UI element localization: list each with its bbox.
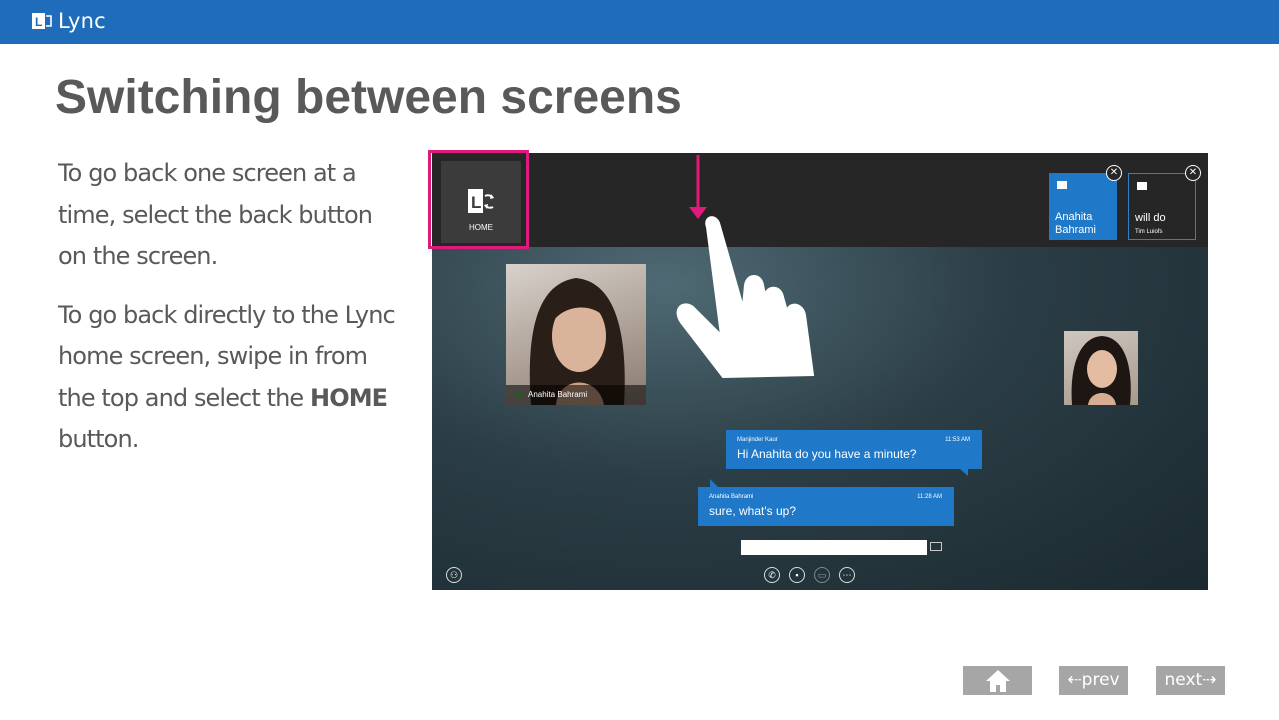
- tile-sender: Tim Luiofs: [1135, 229, 1163, 235]
- instruction-paragraph-1: To go back one screen at a time, select …: [58, 159, 373, 270]
- instruction-paragraph-2: To go back directly to the Lync home scr…: [58, 295, 398, 461]
- tile-name: will do: [1135, 212, 1166, 224]
- chat-tile-anahita[interactable]: Anahita Bahrami: [1049, 173, 1117, 240]
- home-highlight-box: [428, 150, 529, 249]
- swipe-hand-icon: [676, 216, 815, 379]
- message-sender: Manjinder Kaur: [737, 437, 778, 443]
- more-icon[interactable]: ⋯: [839, 567, 855, 583]
- home-button[interactable]: [963, 666, 1032, 695]
- chat-tile-will-do[interactable]: will do Tim Luiofs: [1128, 173, 1196, 240]
- message-input[interactable]: [741, 540, 927, 555]
- message-text: Hi Anahita do you have a minute?: [737, 447, 917, 461]
- person-photo: [529, 278, 625, 405]
- message-tail: [710, 479, 718, 487]
- close-icon[interactable]: ✕: [1106, 165, 1122, 181]
- brand: L Lync: [32, 9, 106, 33]
- chat-icon[interactable]: ▭: [814, 567, 830, 583]
- video-feed-self: [1064, 331, 1138, 405]
- instruction-text: button.: [58, 425, 139, 453]
- svg-text:L: L: [35, 15, 42, 29]
- prev-label: prev: [1081, 670, 1120, 690]
- chat-message: Manjinder Kaur 11:53 AM Hi Anahita do yo…: [726, 430, 982, 469]
- page-title: Switching between screens: [55, 71, 682, 124]
- keyboard-icon[interactable]: [930, 542, 942, 551]
- arrow-left-icon: ⇠: [1067, 670, 1082, 690]
- message-text: sure, what's up?: [709, 504, 797, 518]
- instructions: To go back one screen at a time, select …: [58, 153, 398, 478]
- message-sender: Anahita Bahrami: [709, 494, 754, 500]
- person-photo: [1071, 336, 1131, 405]
- next-button[interactable]: next⇢: [1156, 666, 1225, 695]
- home-icon: [985, 670, 1010, 692]
- lync-logo-icon: L: [32, 13, 52, 29]
- arrow-right-icon: ⇢: [1202, 670, 1217, 690]
- video-icon[interactable]: ▪: [789, 567, 805, 583]
- home-keyword: HOME: [310, 383, 388, 412]
- app-name: Lync: [58, 9, 106, 33]
- message-time: 11:53 AM: [945, 437, 970, 443]
- prev-button[interactable]: ⇠prev: [1059, 666, 1128, 695]
- close-icon[interactable]: ✕: [1185, 165, 1201, 181]
- swipe-down-arrow-icon: [689, 155, 707, 219]
- participants-icon[interactable]: ⚇: [446, 567, 462, 583]
- message-time: 11:28 AM: [917, 494, 942, 500]
- message-tail: [960, 469, 968, 476]
- video-caption: Anahita Bahrami: [506, 385, 646, 405]
- top-bar: L Lync: [0, 0, 1279, 44]
- tile-name: Anahita Bahrami: [1055, 211, 1096, 236]
- phone-icon[interactable]: ✆: [764, 567, 780, 583]
- chat-message: Anahita Bahrami 11:28 AM sure, what's up…: [698, 487, 954, 526]
- chat-bubble-icon: [1057, 181, 1067, 189]
- chat-bubble-icon: [1137, 182, 1147, 190]
- next-label: next: [1164, 670, 1203, 690]
- video-feed-main: Anahita Bahrami: [506, 264, 646, 405]
